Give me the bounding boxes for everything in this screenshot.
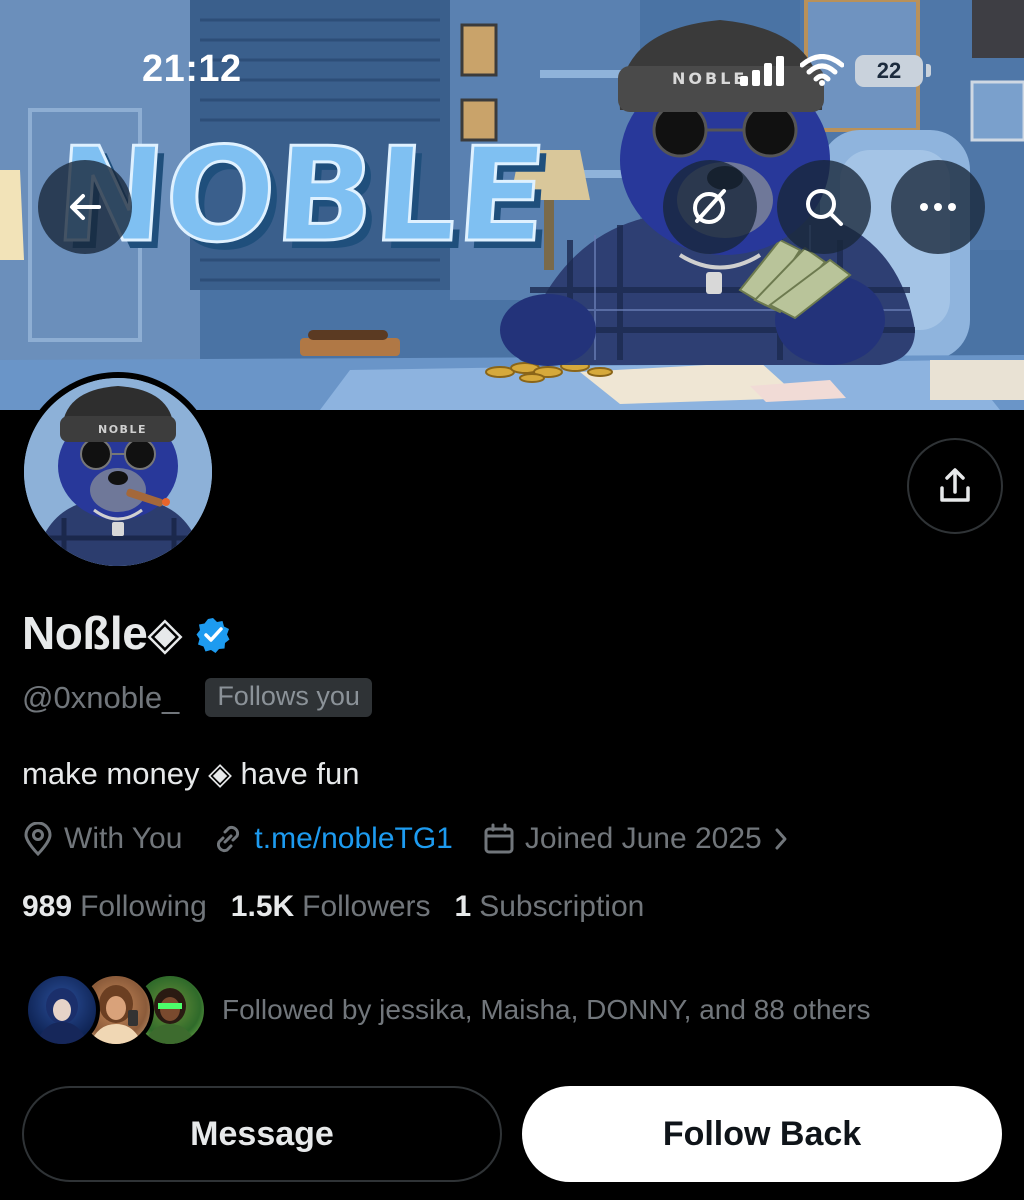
link-item[interactable]: t.me/nobleTG1: [212, 822, 453, 856]
link-icon: [217, 825, 240, 853]
profile-bio: make money ◈ have fun: [22, 756, 360, 791]
back-button[interactable]: [38, 160, 132, 254]
location-pin-icon: [24, 822, 52, 856]
followed-by-avatars: [24, 972, 208, 1048]
arrow-left-icon: [70, 194, 101, 220]
follows-you-badge: Follows you: [205, 678, 372, 717]
profile-link[interactable]: t.me/nobleTG1: [254, 822, 452, 856]
wifi-icon: [800, 54, 844, 86]
more-horizontal-icon: [920, 203, 956, 211]
location-text: With You: [64, 822, 183, 855]
cellular-signal-icon: [740, 56, 784, 86]
following-label: Following: [80, 890, 207, 923]
search-icon: [806, 189, 843, 226]
profile-avatar[interactable]: NOBLE: [18, 372, 218, 572]
share-icon: [940, 468, 970, 502]
battery-indicator: 22: [855, 55, 923, 87]
following-count: 989: [22, 890, 73, 923]
grok-button[interactable]: [663, 160, 757, 254]
status-time: 21:12: [142, 48, 242, 90]
joined-item[interactable]: Joined June 2025: [483, 822, 800, 856]
status-icons: 22: [720, 50, 940, 90]
name-row: Noßle◈: [22, 606, 232, 660]
verified-badge-icon[interactable]: [194, 616, 232, 654]
follow-back-button[interactable]: Follow Back: [522, 1086, 1002, 1182]
avatar-beanie-text: NOBLE: [98, 423, 147, 436]
location-item: With You: [22, 822, 182, 856]
more-button[interactable]: [891, 160, 985, 254]
avatar-image: NOBLE: [24, 378, 212, 566]
handle-row: @0xnoble_ Follows you: [22, 678, 372, 717]
followed-by-text: Followed by jessika, Maisha, DONNY, and …: [222, 994, 871, 1025]
display-name: Noßle◈: [22, 607, 183, 659]
subscriptions-stat[interactable]: 1 Subscription: [455, 890, 645, 924]
calendar-icon: [484, 823, 514, 854]
search-button[interactable]: [777, 160, 871, 254]
chevron-right-icon: [775, 828, 787, 850]
followers-label: Followers: [302, 890, 431, 923]
grok-icon: [693, 189, 726, 224]
follower-avatar: [24, 972, 100, 1048]
followers-count: 1.5K: [230, 890, 295, 923]
profile-meta-row: With You t.me/nobleTG1 Joined June 2025: [22, 822, 830, 856]
profile-banner[interactable]: NOBLE NOBLE NOBLE 21:12 22: [0, 0, 1024, 410]
following-stat[interactable]: 989 Following: [22, 890, 207, 924]
subscriptions-label: Subscription: [479, 890, 645, 923]
joined-text: Joined June 2025: [524, 822, 762, 855]
battery-nub: [926, 64, 931, 77]
message-button[interactable]: Message: [22, 1086, 502, 1182]
user-handle: @0xnoble_: [22, 679, 180, 715]
followed-by-row[interactable]: Followed by jessika, Maisha, DONNY, and …: [24, 972, 870, 1048]
subscriptions-count: 1: [454, 890, 472, 923]
followers-stat[interactable]: 1.5K Followers: [231, 890, 431, 924]
share-button[interactable]: [907, 438, 1003, 534]
profile-stats: 989 Following 1.5K Followers 1 Subscription: [22, 890, 668, 924]
